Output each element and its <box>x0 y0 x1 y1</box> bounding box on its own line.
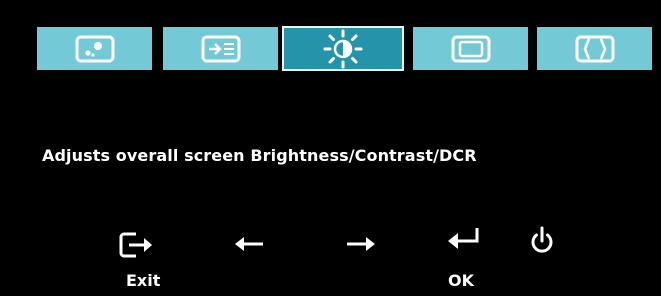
image-settings-icon <box>75 35 114 62</box>
brightness-icon <box>323 29 363 68</box>
image-scaling-icon <box>575 35 614 62</box>
power-button[interactable] <box>528 226 556 256</box>
menu-description: Adjusts overall screen Brightness/Contra… <box>42 146 477 165</box>
exit-button[interactable] <box>118 232 154 258</box>
power-icon <box>531 226 553 253</box>
tab-input-source[interactable] <box>163 27 278 70</box>
menu-tab-bar <box>37 26 658 73</box>
right-button[interactable] <box>345 236 375 252</box>
image-position-icon <box>451 35 490 62</box>
tab-brightness[interactable] <box>282 26 404 71</box>
enter-icon <box>448 228 479 249</box>
ok-button[interactable] <box>447 226 481 252</box>
tab-image-scaling[interactable] <box>537 27 652 70</box>
exit-icon <box>119 232 152 258</box>
arrow-right-icon <box>347 237 375 251</box>
input-source-icon <box>201 35 240 62</box>
tab-image-position[interactable] <box>413 27 528 70</box>
tab-image-settings[interactable] <box>37 27 152 70</box>
exit-label: Exit <box>126 271 161 290</box>
ok-label: OK <box>448 271 474 290</box>
left-button[interactable] <box>235 236 265 252</box>
arrow-left-icon <box>235 237 263 251</box>
